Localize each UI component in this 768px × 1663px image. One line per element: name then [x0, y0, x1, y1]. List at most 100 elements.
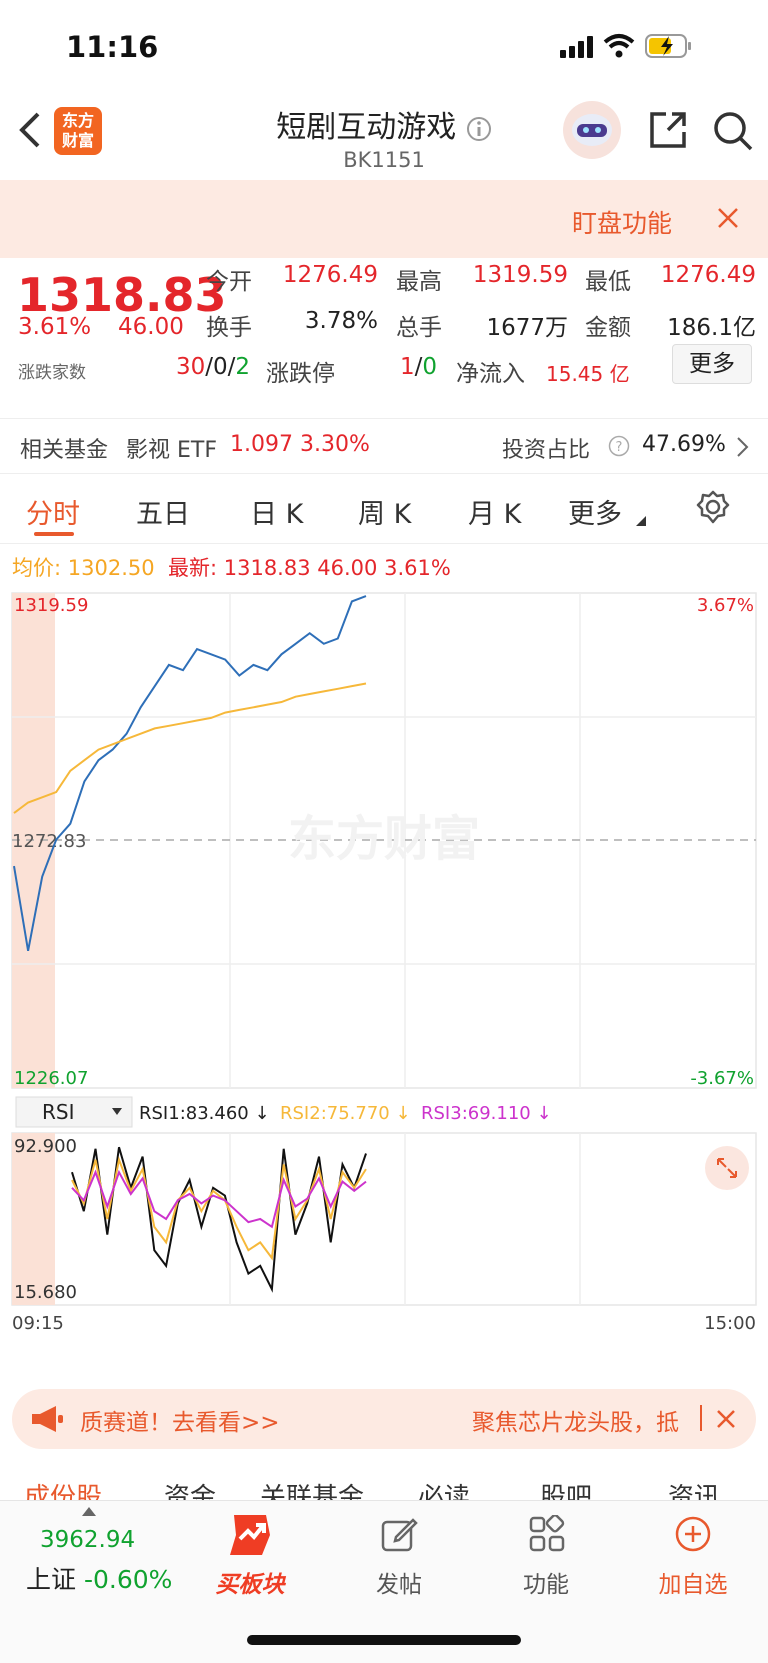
intraday-chart[interactable]: 东方财富 1319.59 1272.83 1226.07 3.67% -3.67…	[0, 585, 768, 1375]
nav-add-watchlist[interactable]: 加自选	[633, 1565, 753, 1599]
subtab-must-read[interactable]: 必读	[418, 1477, 470, 1500]
add-circle-icon[interactable]	[674, 1515, 712, 1553]
bottom-price-label: 1226.07	[14, 1068, 88, 1089]
subtab-constituents[interactable]: 成份股	[24, 1477, 102, 1500]
megaphone-icon	[32, 1406, 63, 1432]
fund-pct: 3.30%	[300, 432, 370, 457]
tab-day-k[interactable]: 日 K	[250, 492, 303, 531]
buy-sector-icon[interactable]	[226, 1511, 274, 1557]
ratio-label: 投资占比	[502, 438, 591, 463]
high-value: 1319.59	[472, 262, 568, 288]
share-icon[interactable]	[648, 110, 688, 150]
home-indicator	[247, 1635, 521, 1645]
change-value: 46.00	[118, 314, 184, 340]
rsi-pre-market-shade	[12, 1133, 55, 1305]
nav-functions[interactable]: 功能	[486, 1565, 606, 1599]
status-bar: 11:16	[0, 0, 768, 100]
mid-price-label: 1272.83	[12, 831, 86, 852]
robot-assistant-icon[interactable]	[562, 100, 622, 160]
expand-button[interactable]	[705, 1146, 749, 1190]
chart-tabs: 分时 五日 日 K 周 K 月 K 更多	[0, 474, 768, 544]
battery-icon	[645, 34, 691, 58]
status-time: 11:16	[66, 30, 159, 64]
amount-label: 金额	[585, 315, 631, 341]
rsi3-label: RSI3:69.110 ↓	[421, 1103, 552, 1124]
turnover-label: 换手	[206, 315, 252, 341]
subtab-funds[interactable]: 资金	[164, 1477, 216, 1500]
notice-divider	[700, 1405, 702, 1431]
subtab-news[interactable]: 资讯	[668, 1477, 720, 1500]
nav-buy-sector[interactable]: 买板块	[190, 1565, 310, 1599]
top-pct-label: 3.67%	[697, 595, 754, 616]
end-time-label: 15:00	[704, 1313, 756, 1334]
close-icon[interactable]	[716, 206, 740, 230]
nav-post[interactable]: 发帖	[339, 1565, 459, 1599]
dropdown-triangle-icon	[636, 516, 646, 526]
turnover-value: 3.78%	[304, 308, 378, 334]
volume-label: 总手	[396, 315, 442, 341]
limit-value: 1/0	[400, 354, 438, 380]
change-pct: 3.61%	[18, 314, 92, 340]
index-row[interactable]: 上证 -0.60%	[26, 1560, 172, 1596]
watermark: 东方财富	[288, 811, 480, 867]
rsi-top-label: 92.900	[14, 1136, 77, 1157]
board-code: BK1151	[343, 148, 425, 172]
bottom-pct-label: -3.67%	[690, 1068, 754, 1089]
volume-value: 1677万	[486, 315, 568, 341]
notice-text-right: 聚焦芯片龙头股，抵	[472, 1410, 679, 1436]
inflow-value: 15.45 亿	[546, 362, 630, 386]
notice-bar[interactable]: 质赛道！去看看>> 聚焦芯片龙头股，抵	[12, 1389, 756, 1449]
open-value: 1276.49	[282, 262, 378, 288]
top-price-label: 1319.59	[14, 595, 88, 616]
tab-intraday[interactable]: 分时	[26, 492, 80, 531]
breadth-label: 涨跌家数	[18, 363, 86, 383]
index-value[interactable]: 3962.94	[40, 1527, 135, 1553]
chart-legend: 均价: 1302.50 最新: 1318.83 46.00 3.61%	[12, 556, 451, 580]
ratio-value: 47.69%	[642, 432, 726, 457]
tab-week-k[interactable]: 周 K	[358, 492, 411, 531]
settings-icon[interactable]	[696, 490, 730, 524]
breadth-value: 30/0/2	[175, 354, 250, 380]
edit-icon[interactable]	[380, 1515, 418, 1553]
tab-more[interactable]: 更多	[568, 492, 622, 531]
up-triangle-icon	[82, 1507, 96, 1516]
info-icon[interactable]	[466, 116, 492, 142]
grid-apps-icon[interactable]	[528, 1515, 566, 1553]
start-time-label: 09:15	[12, 1313, 64, 1334]
open-label: 今开	[206, 269, 252, 295]
wifi-icon	[603, 34, 635, 58]
more-button[interactable]: 更多	[672, 344, 752, 384]
rsi2-label: RSI2:75.770 ↓	[280, 1103, 411, 1124]
svg-text:?: ?	[616, 440, 623, 455]
inflow-label: 净流入	[456, 361, 525, 387]
tab-five-day[interactable]: 五日	[136, 492, 190, 531]
chart-svg: 东方财富 1319.59 1272.83 1226.07 3.67% -3.67…	[11, 592, 757, 1334]
quote-panel: 1318.83 3.61% 46.00 涨跌家数 今开 1276.49 最高 1…	[0, 258, 768, 418]
subtab-related-funds[interactable]: 关联基金	[260, 1477, 364, 1500]
fund-name: 影视 ETF	[126, 438, 217, 463]
rsi1-line	[71, 1146, 367, 1293]
related-fund-row[interactable]: 相关基金 影视 ETF 1.097 3.30% 投资占比 ? 47.69%	[0, 418, 768, 474]
close-icon[interactable]	[716, 1409, 736, 1429]
rsi-frame	[11, 1132, 757, 1306]
watch-banner[interactable]: 盯盘功能	[0, 180, 768, 258]
search-icon[interactable]	[712, 110, 754, 152]
sub-tabs: 成份股 资金 关联基金 必读 股吧 资讯	[0, 1465, 768, 1500]
rsi-bottom-label: 15.680	[14, 1282, 77, 1303]
subtab-forum[interactable]: 股吧	[540, 1477, 592, 1500]
signal-icon	[560, 36, 593, 58]
rsi1-label: RSI1:83.460 ↓	[139, 1103, 270, 1124]
app-header: 东方 财富 短剧互动游戏 BK1151	[0, 100, 768, 180]
chevron-right-icon	[737, 437, 749, 457]
low-value: 1276.49	[660, 262, 756, 288]
help-icon[interactable]: ?	[608, 435, 630, 457]
tab-active-indicator	[34, 532, 74, 536]
high-label: 最高	[396, 269, 442, 295]
rsi-selector-label: RSI	[42, 1100, 75, 1124]
price-line	[13, 595, 367, 951]
tab-month-k[interactable]: 月 K	[468, 492, 521, 531]
limit-label: 涨跌停	[266, 361, 335, 387]
notice-text-left: 质赛道！去看看>>	[80, 1410, 280, 1436]
amount-value: 186.1亿	[667, 315, 756, 341]
average-line	[13, 682, 367, 814]
